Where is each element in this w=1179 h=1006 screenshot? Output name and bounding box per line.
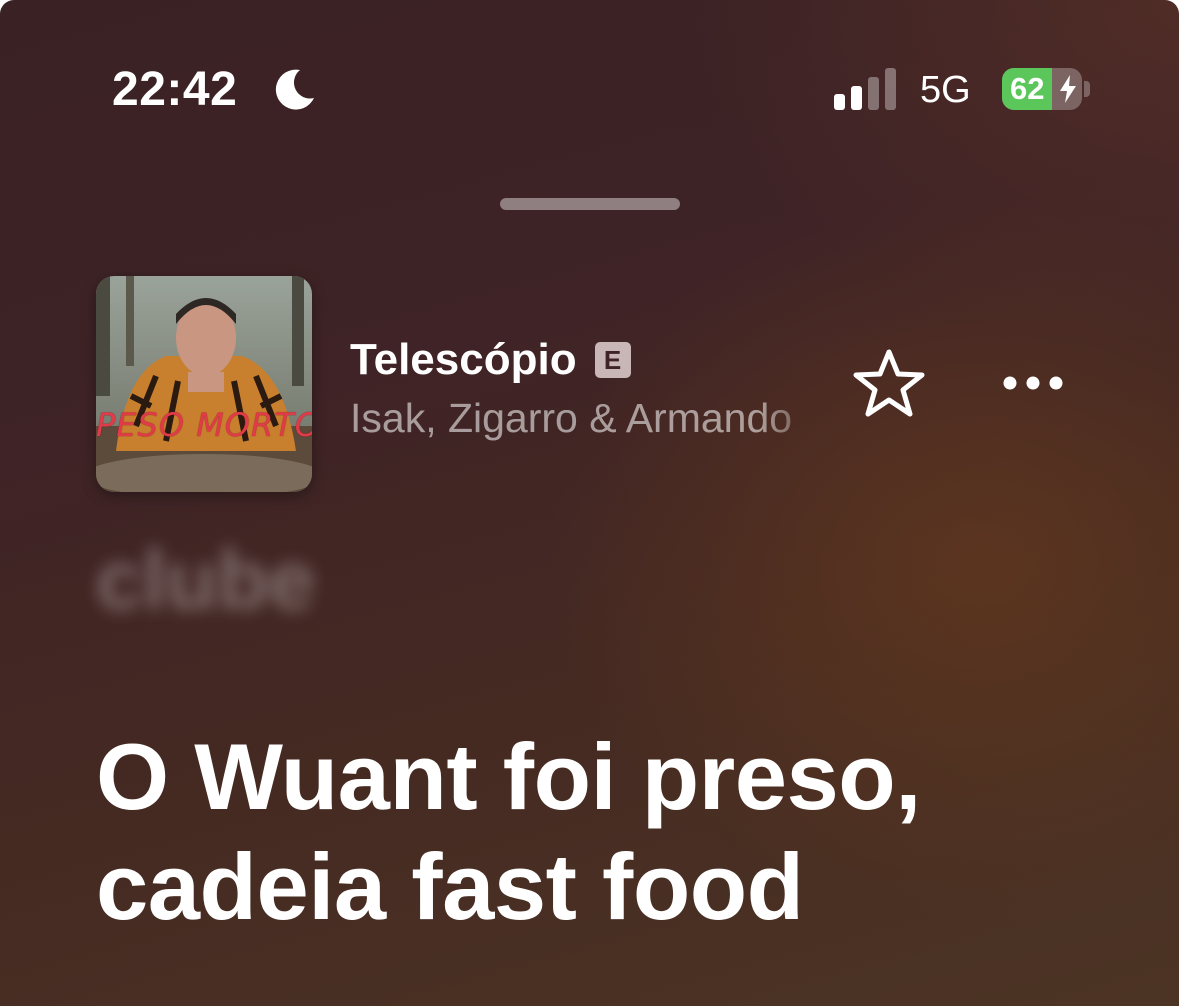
explicit-badge: E <box>594 342 631 378</box>
battery-cap <box>1084 81 1090 97</box>
song-artists[interactable]: Isak, Zigarro & Armando <box>350 392 832 444</box>
lyric-line: cadeia fast food <box>96 834 804 939</box>
lyric-line: O Wuant foi preso, <box>96 724 921 829</box>
cellular-signal-icon <box>834 68 896 110</box>
album-artwork[interactable]: PESO MORTO <box>96 276 312 492</box>
lyric-current[interactable]: O Wuant foi preso, cadeia fast food <box>96 722 1136 942</box>
lyric-previous-line[interactable]: clube <box>96 532 315 628</box>
ellipsis-icon[interactable] <box>1000 370 1066 396</box>
network-type-label: 5G <box>920 69 971 111</box>
lyrics-screen: 22:42 5G 62 PESO MORTO Telescópio E Isak… <box>0 0 1179 1006</box>
sheet-grabber-handle[interactable] <box>500 198 680 210</box>
song-title: Telescópio <box>350 335 577 384</box>
battery-indicator: 62 <box>1002 68 1082 110</box>
song-title-row[interactable]: Telescópio E <box>350 334 631 386</box>
album-artwork-image <box>96 276 312 492</box>
star-icon[interactable] <box>852 348 926 418</box>
status-time: 22:42 <box>112 63 238 116</box>
album-artwork-caption: PESO MORTO <box>96 406 312 444</box>
charging-bolt-icon <box>1060 75 1076 103</box>
moon-icon <box>275 69 314 110</box>
